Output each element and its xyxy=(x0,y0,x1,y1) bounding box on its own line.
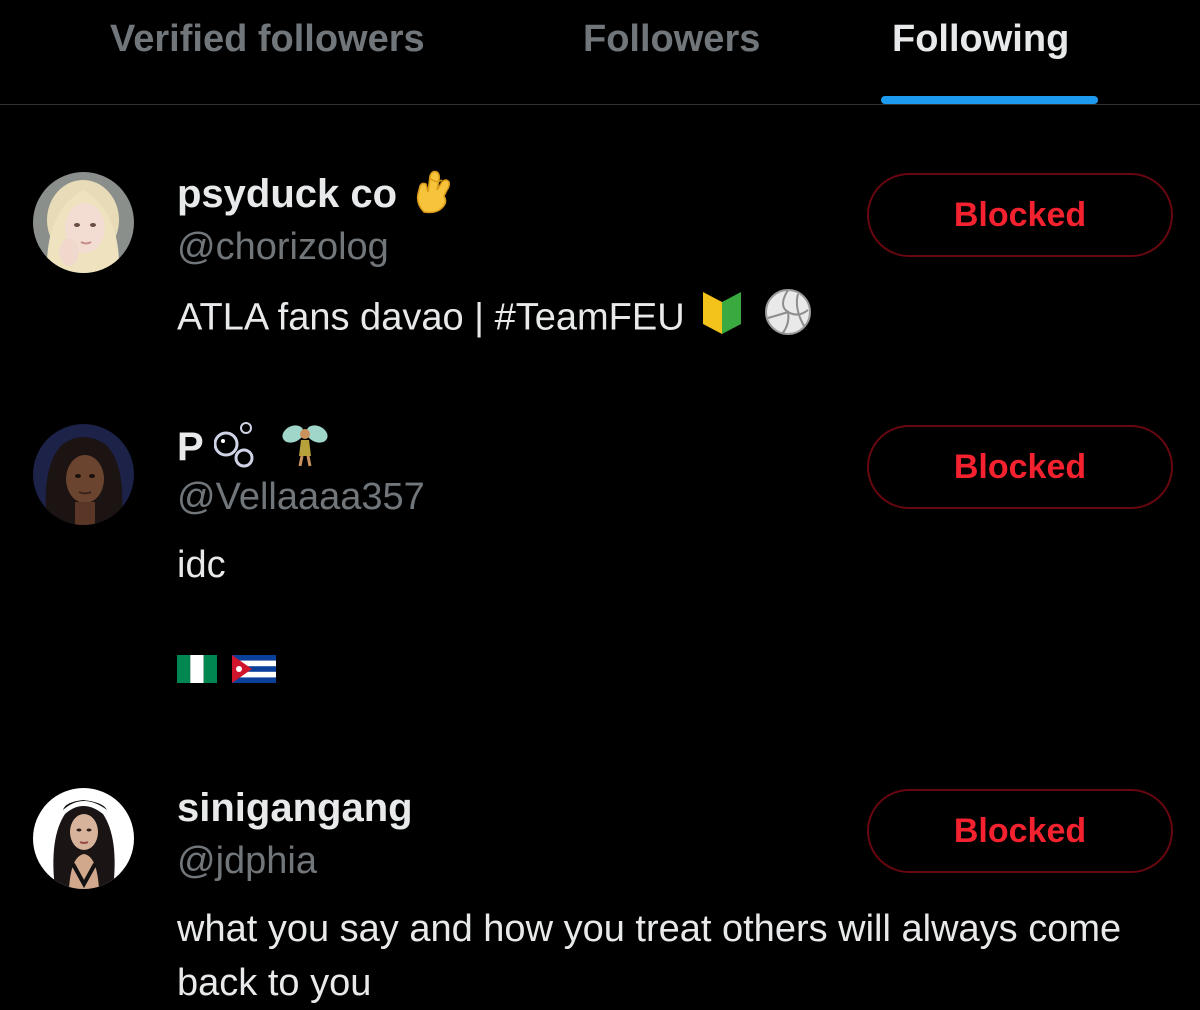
bubbles-icon xyxy=(213,420,264,479)
user-handle: @chorizolog xyxy=(177,226,389,268)
display-name-row[interactable]: P xyxy=(177,420,329,479)
flag-cuba-icon xyxy=(231,644,276,698)
avatar[interactable] xyxy=(33,424,134,525)
user-bio: idc xyxy=(177,538,1167,696)
blocked-button[interactable]: Blocked xyxy=(867,789,1173,873)
bio-text: idc xyxy=(177,544,226,586)
display-name-row[interactable]: sinigangang xyxy=(177,784,413,832)
avatar[interactable] xyxy=(33,788,134,889)
fairy-icon xyxy=(281,420,329,479)
user-bio: what you say and how you treat others wi… xyxy=(177,908,1122,1004)
bio-text: ATLA fans davao | #TeamFEU xyxy=(177,296,685,339)
display-name[interactable]: psyduck co xyxy=(177,172,397,216)
tab-following[interactable]: Following xyxy=(892,18,1069,61)
display-name[interactable]: sinigangang xyxy=(177,786,413,830)
user-bio: ATLA fans davao | #TeamFEU xyxy=(177,288,1167,351)
tab-followers[interactable]: Followers xyxy=(583,18,760,61)
beginner-badge-icon xyxy=(699,288,745,351)
blocked-button[interactable]: Blocked xyxy=(867,425,1173,509)
flag-nigeria-icon xyxy=(177,644,217,698)
user-handle: @Vellaaaa357 xyxy=(177,476,425,518)
crossed-fingers-icon xyxy=(412,168,452,225)
active-tab-indicator xyxy=(881,96,1098,104)
tab-verified-followers[interactable]: Verified followers xyxy=(110,18,425,61)
display-name[interactable]: P xyxy=(177,425,203,469)
avatar[interactable] xyxy=(33,172,134,273)
blocked-button[interactable]: Blocked xyxy=(867,173,1173,257)
user-handle: @jdphia xyxy=(177,840,317,882)
display-name-row[interactable]: psyduck co xyxy=(177,168,452,225)
volleyball-icon xyxy=(764,288,812,351)
tab-bar: Verified followers Followers Following xyxy=(0,0,1200,105)
